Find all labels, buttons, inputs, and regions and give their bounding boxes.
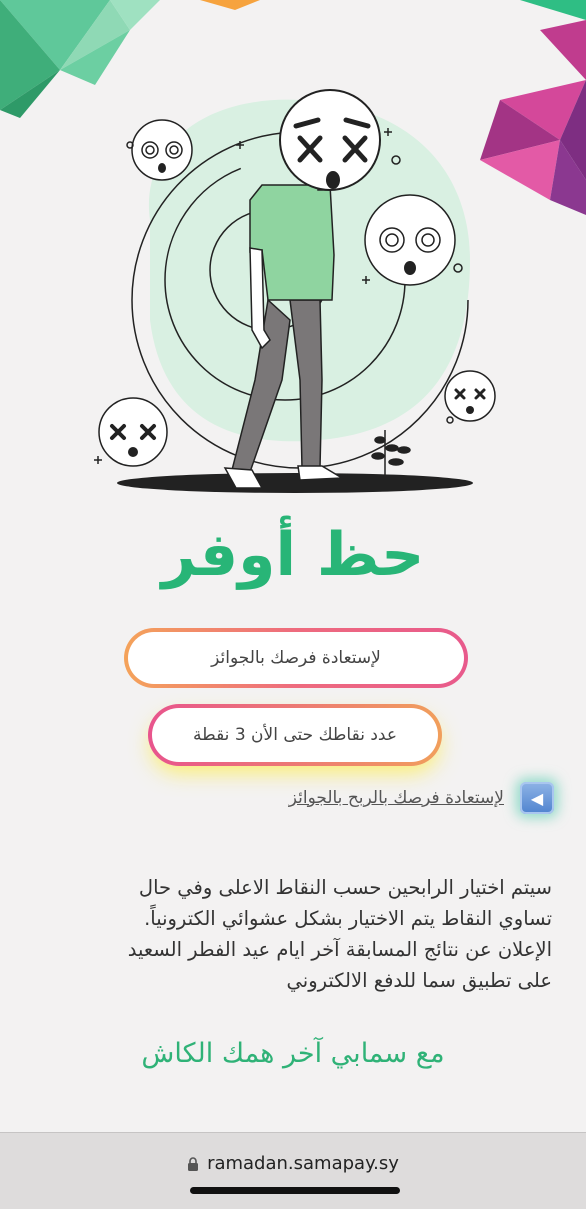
play-left-icon[interactable]: ◀ (520, 782, 554, 814)
home-indicator (190, 1187, 400, 1194)
points-status-button[interactable]: عدد نقاطك حتى الأن 3 نقطة (148, 704, 442, 766)
restore-chances-link[interactable]: لإستعادة فرصك بالربح بالجوائز (289, 788, 504, 808)
url-text: ramadan.samapay.sy (207, 1153, 399, 1174)
browser-address-bar[interactable]: ramadan.samapay.sy (0, 1132, 586, 1209)
slogan: مع سمابي آخر همك الكاش (141, 1038, 445, 1069)
rules-paragraph: سيتم اختيار الرابحين حسب النقاط الاعلى و… (40, 872, 552, 996)
rules-line: تساوي النقاط يتم الاختيار بشكل عشوائي ال… (144, 907, 552, 930)
url-display[interactable]: ramadan.samapay.sy (0, 1153, 586, 1174)
rules-line: على تطبيق سما للدفع الالكتروني (286, 969, 552, 992)
restore-chances-link-row[interactable]: لإستعادة فرصك بالربح بالجوائز ◀ (210, 778, 560, 818)
page-title: حظ أوفر (161, 520, 425, 590)
lock-icon (188, 1156, 199, 1171)
restore-chances-button[interactable]: لإستعادة فرصك بالجوائز (124, 628, 468, 688)
rules-line: سيتم اختيار الرابحين حسب النقاط الاعلى و… (138, 876, 552, 899)
rules-line: الإعلان عن نتائج المسابقة آخر ايام عيد ا… (127, 938, 552, 961)
dizzy-person-illustration (94, 89, 496, 493)
